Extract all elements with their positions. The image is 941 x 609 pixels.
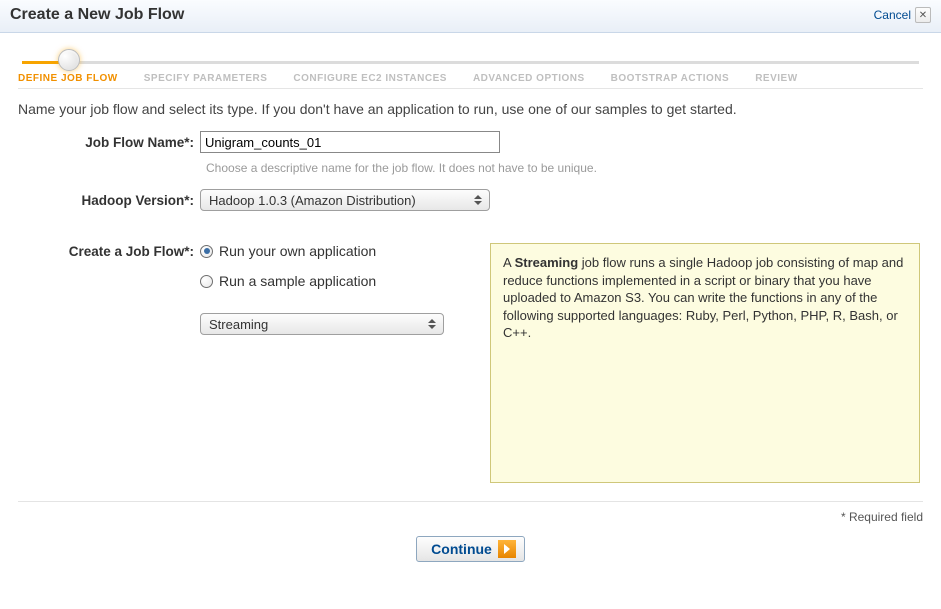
required-field-note: * Required field — [841, 510, 923, 524]
intro-text: Name your job flow and select its type. … — [18, 101, 923, 117]
label-hadoop-version: Hadoop Version*: — [18, 193, 200, 208]
create-jobflow-options: Run your own application Run a sample ap… — [200, 243, 444, 335]
hint-jobflow-name: Choose a descriptive name for the job fl… — [206, 161, 923, 175]
row-create-jobflow: Create a Job Flow*: Run your own applica… — [18, 243, 923, 483]
wizard-current-knob — [58, 49, 80, 71]
create-job-flow-dialog: Create a New Job Flow Cancel ✕ DEFINE JO… — [0, 0, 941, 570]
select-app-type[interactable]: Streaming — [200, 313, 444, 335]
chevron-updown-icon — [471, 192, 485, 208]
input-jobflow-name[interactable] — [200, 131, 500, 153]
select-hadoop-version-value: Hadoop 1.0.3 (Amazon Distribution) — [209, 193, 416, 208]
radio-sample-app-label: Run a sample application — [219, 273, 376, 289]
row-hadoop-version: Hadoop Version*: Hadoop 1.0.3 (Amazon Di… — [18, 189, 923, 211]
dialog-header: Create a New Job Flow Cancel ✕ — [0, 0, 941, 33]
select-app-type-value: Streaming — [209, 317, 268, 332]
continue-button[interactable]: Continue — [416, 536, 525, 562]
wizard-step-review: REVIEW — [755, 51, 797, 84]
label-jobflow-name: Job Flow Name*: — [18, 135, 200, 150]
select-hadoop-version[interactable]: Hadoop 1.0.3 (Amazon Distribution) — [200, 189, 490, 211]
radio-own-app[interactable]: Run your own application — [200, 243, 444, 259]
arrow-right-icon — [498, 540, 516, 558]
info-prefix: A — [503, 255, 515, 270]
radio-icon — [200, 275, 213, 288]
radio-sample-app[interactable]: Run a sample application — [200, 273, 444, 289]
info-bold: Streaming — [515, 255, 579, 270]
radio-icon — [200, 245, 213, 258]
dialog-title: Create a New Job Flow — [10, 6, 184, 24]
wizard-step-advanced: ADVANCED OPTIONS — [473, 51, 585, 84]
label-create-jobflow: Create a Job Flow*: — [18, 244, 200, 259]
info-panel: A Streaming job flow runs a single Hadoo… — [490, 243, 920, 483]
cancel-group: Cancel ✕ — [874, 7, 931, 23]
divider — [18, 501, 923, 502]
cancel-link[interactable]: Cancel — [874, 8, 911, 22]
wizard-step-bootstrap: BOOTSTRAP ACTIONS — [611, 51, 730, 84]
close-icon[interactable]: ✕ — [915, 7, 931, 23]
wizard-steps: DEFINE JOB FLOW SPECIFY PARAMETERS CONFI… — [18, 51, 923, 89]
wizard-step-parameters: SPECIFY PARAMETERS — [144, 51, 268, 84]
row-jobflow-name: Job Flow Name*: — [18, 131, 923, 153]
continue-button-label: Continue — [431, 541, 492, 557]
chevron-updown-icon — [425, 316, 439, 332]
radio-own-app-label: Run your own application — [219, 243, 376, 259]
wizard-step-ec2: CONFIGURE EC2 INSTANCES — [293, 51, 447, 84]
